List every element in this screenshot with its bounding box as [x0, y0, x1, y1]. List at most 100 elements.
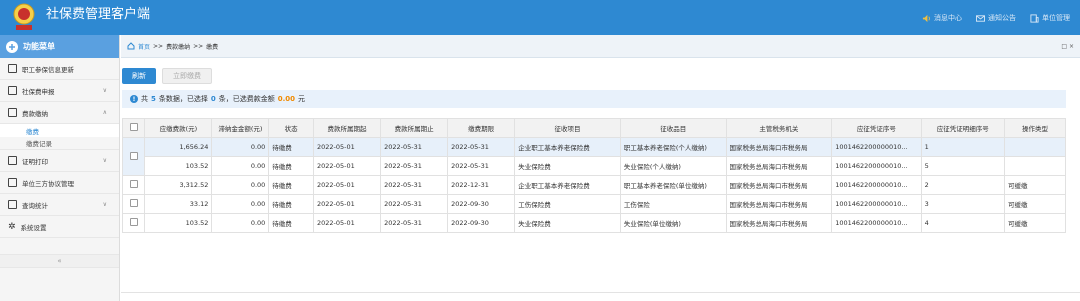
column-header: 应缴费款(元): [144, 118, 213, 138]
column-header: 操作类型: [1003, 118, 1067, 138]
table-cell: 可缓缴: [1003, 213, 1067, 233]
table-cell: 可缓缴: [1003, 194, 1067, 214]
table-cell: 国家税务总局海口市税务局: [725, 213, 833, 233]
table-cell: 待缴费: [268, 175, 314, 195]
table-cell: 2022-12-31: [447, 175, 516, 195]
building-icon: [1030, 13, 1039, 23]
tax-emblem-logo: [13, 3, 35, 30]
table-header-row: 应缴费款(元) 滞纳金金额(元) 状态 费款所属期起 费款所属期止 缴费期限 征…: [121, 118, 1067, 138]
message-center-label: 消息中心: [934, 14, 962, 22]
breadcrumb-home[interactable]: 首页: [138, 42, 150, 51]
sidebar-subitem-pay[interactable]: 缴费: [0, 124, 119, 137]
sidebar-subitem-pay-records[interactable]: 缴费记录: [0, 137, 119, 150]
select-all-checkbox[interactable]: [129, 123, 138, 131]
home-icon: [127, 42, 135, 50]
table-cell: 0.00: [211, 156, 270, 176]
table-cell: 工伤保险费: [514, 194, 621, 214]
table-cell: 0.00: [211, 213, 270, 233]
sidebar-item-label: 单位三方协议管理: [22, 179, 74, 188]
summary-text: 条，已选费款金额: [218, 95, 275, 103]
sidebar-item-payment[interactable]: 费款缴纳 ∧: [0, 102, 119, 124]
table-cell: 103.52: [144, 213, 213, 233]
table-row[interactable]: 3,312.52 0.00 待缴费 2022-05-01 2022-05-31 …: [121, 175, 1067, 195]
column-header: 应征凭证明细序号: [920, 118, 1005, 138]
app-header: 社保费管理客户端 消息中心 通知公告 单位管理: [0, 0, 1080, 35]
unit-manage-link[interactable]: 单位管理: [1030, 13, 1070, 23]
table-cell: 0.00: [211, 175, 270, 195]
row-checkbox[interactable]: [129, 180, 138, 188]
column-header: 征收品目: [619, 118, 727, 138]
table-cell: 2022-05-31: [447, 156, 516, 176]
table-cell: 失业保险(单位缴纳): [619, 213, 727, 233]
sidebar-item-agreement[interactable]: 单位三方协议管理: [0, 172, 119, 194]
sidebar-item-declaration[interactable]: 社保费申报 ∨: [0, 80, 119, 102]
table-cell: 0.00: [211, 194, 270, 214]
table-cell: 1001462200000010...: [831, 137, 922, 157]
table-cell: 企业职工基本养老保险费: [514, 137, 621, 157]
sidebar-item-insured-update[interactable]: 职工参保信息更新: [0, 58, 119, 80]
total-count: 5: [151, 95, 156, 103]
table-cell: 职工基本养老保险(单位缴纳): [619, 175, 727, 195]
column-header: 征收项目: [514, 118, 621, 138]
table-cell: 职工基本养老保险(个人缴纳): [619, 137, 727, 157]
table-cell: 3,312.52: [144, 175, 213, 195]
table-cell: 国家税务总局海口市税务局: [725, 175, 833, 195]
table-cell: 2022-05-01: [312, 213, 382, 233]
chart-icon: [8, 200, 17, 209]
table-row[interactable]: 103.52 0.00 待缴费 2022-05-01 2022-05-31 20…: [123, 156, 1067, 176]
table-cell: 待缴费: [268, 156, 314, 176]
table-cell: 33.12: [144, 194, 213, 214]
column-header: 缴费期限: [447, 118, 516, 138]
table-cell: 2022-09-30: [447, 213, 516, 233]
sidebar-item-settings[interactable]: ✲ 系统设置: [0, 216, 119, 238]
chevron-up-icon: ∧: [102, 109, 107, 116]
sidebar-item-label: 证明打印: [22, 157, 48, 166]
chevron-down-icon: ∨: [102, 87, 107, 94]
breadcrumb-current: 缴费: [206, 43, 219, 51]
table-row[interactable]: 33.12 0.00 待缴费 2022-05-01 2022-05-31 202…: [121, 194, 1067, 214]
breadcrumb: 首页 >> 费款缴纳 >> 缴费 □ ×: [121, 35, 1080, 58]
agreement-icon: [8, 178, 17, 187]
sidebar-title: 功能菜单: [23, 42, 55, 51]
sidebar-item-label: 职工参保信息更新: [22, 65, 74, 74]
table-cell: 2022-05-31: [380, 194, 449, 214]
row-checkbox[interactable]: [129, 218, 138, 226]
table-cell: 2022-05-01: [312, 156, 382, 176]
table-cell: 失业保险费: [514, 213, 621, 233]
list-icon: [8, 64, 17, 73]
breadcrumb-section: 费款缴纳: [166, 43, 191, 51]
pay-now-button[interactable]: 立即缴费: [162, 68, 212, 84]
menu-icon: [6, 40, 18, 53]
message-center-link[interactable]: 消息中心: [922, 13, 962, 23]
row-select-cell: [121, 137, 146, 176]
row-checkbox[interactable]: [129, 151, 138, 160]
column-header: 滞纳金金额(元): [211, 118, 270, 138]
summary-text: 条数据，已选择: [158, 95, 208, 103]
table-cell: 2022-09-30: [447, 194, 516, 214]
row-checkbox[interactable]: [129, 199, 138, 207]
sidebar-item-statistics[interactable]: 查询统计 ∨: [0, 194, 119, 216]
table-cell: 企业职工基本养老保险费: [514, 175, 621, 195]
table-cell: 待缴费: [268, 137, 314, 157]
refresh-button[interactable]: 刷新: [122, 68, 156, 84]
tab-window-controls[interactable]: □ ×: [1061, 43, 1074, 50]
table-cell: 失业保险费: [514, 156, 621, 176]
printer-icon: [8, 156, 17, 165]
sidebar-collapse-button[interactable]: «: [0, 254, 119, 268]
table-cell: 2022-05-01: [312, 137, 382, 157]
table-row[interactable]: 1,656.24 0.00 待缴费 2022-05-01 2022-05-31 …: [121, 137, 1067, 176]
notice-link[interactable]: 通知公告: [976, 13, 1016, 23]
row-select-cell: [121, 194, 146, 214]
table-cell: 2022-05-01: [312, 175, 382, 195]
summary-text: 元: [298, 95, 306, 103]
table-cell: 103.52: [144, 156, 213, 176]
table-row[interactable]: 103.52 0.00 待缴费 2022-05-01 2022-05-31 20…: [121, 213, 1067, 233]
sidebar-item-label: 查询统计: [22, 201, 48, 210]
sidebar: 功能菜单 职工参保信息更新 社保费申报 ∨ 费款缴纳 ∧ 缴费 缴费记录 证明打…: [0, 35, 120, 301]
table-cell: 3: [920, 194, 1005, 214]
table-cell: 2022-05-01: [312, 194, 382, 214]
form-icon: [8, 86, 17, 95]
sidebar-header: 功能菜单: [0, 35, 119, 58]
sidebar-item-print[interactable]: 证明打印 ∨: [0, 150, 119, 172]
column-header: 费款所属期止: [380, 118, 449, 138]
